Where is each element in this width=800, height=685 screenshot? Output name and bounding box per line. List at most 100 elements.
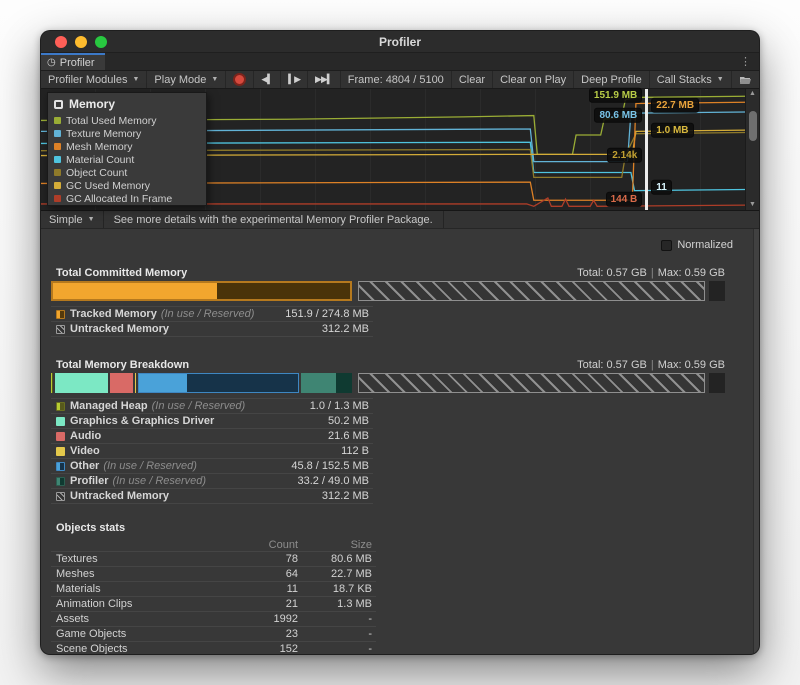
memory-legend-row: Profiler (In use / Reserved) 33.2 / 49.0 M… bbox=[51, 474, 373, 489]
chart-value-label: 22.7 MB bbox=[651, 98, 699, 113]
tabbar-overflow-menu-icon[interactable]: ⋮ bbox=[732, 53, 759, 70]
stopwatch-icon: ◷ bbox=[47, 57, 56, 68]
module-legend-item[interactable]: GC Used Memory bbox=[54, 179, 200, 192]
window-title: Profiler bbox=[41, 35, 759, 49]
previous-frame-button[interactable]: ◀▍ bbox=[254, 71, 281, 88]
record-button[interactable] bbox=[226, 71, 254, 88]
object-count: 23 bbox=[228, 628, 298, 640]
clear-on-play-button[interactable]: Clear on Play bbox=[493, 71, 574, 88]
object-size: - bbox=[298, 613, 376, 625]
next-frame-icon: ▍▶ bbox=[288, 74, 300, 85]
memory-legend-row: Graphics & Graphics Driver50.2 MB bbox=[51, 414, 373, 429]
section-title: Total Memory Breakdown bbox=[51, 359, 189, 371]
legend-color-chip bbox=[56, 447, 65, 456]
legend-sublabel: (In use / Reserved) bbox=[103, 460, 197, 472]
play-mode-dropdown[interactable]: Play Mode ▼ bbox=[147, 71, 226, 88]
memory-legend-row: Other(In use / Reserved)45.8 / 152.5 MB bbox=[51, 459, 373, 474]
load-profile-button[interactable] bbox=[732, 71, 760, 88]
committed-memory-bar bbox=[51, 281, 725, 301]
next-frame-button[interactable]: ▍▶ bbox=[281, 71, 308, 88]
memory-chart[interactable]: 151.9 MB22.7 MB80.6 MB1.0 MB2.14k11144 B… bbox=[41, 89, 759, 211]
object-size: - bbox=[298, 643, 376, 655]
legend-value: 1.0 / 1.3 MB bbox=[310, 400, 373, 412]
clear-button[interactable]: Clear bbox=[452, 71, 493, 88]
profiler-toolbar: Profiler Modules ▼ Play Mode ▼ ◀▍ ▍▶ ▶▶▍… bbox=[41, 71, 759, 89]
tab-profiler[interactable]: ◷ Profiler bbox=[41, 53, 105, 70]
bar-segment-audio bbox=[110, 373, 133, 393]
bar-segment-managed-heap bbox=[51, 373, 53, 393]
legend-label: Profiler bbox=[70, 475, 109, 487]
object-name: Materials bbox=[51, 583, 228, 595]
count-column-header: Count bbox=[228, 539, 298, 551]
detail-scrollbar[interactable] bbox=[753, 229, 759, 655]
bar-segment-other bbox=[138, 373, 299, 393]
object-name: Meshes bbox=[51, 568, 228, 580]
tab-label: Profiler bbox=[60, 57, 95, 69]
module-legend-item[interactable]: GC Allocated In Frame bbox=[54, 192, 200, 205]
object-count: 78 bbox=[228, 553, 298, 565]
chart-scrollbar[interactable]: ▲ ▼ bbox=[745, 89, 759, 210]
series-label: Total Used Memory bbox=[66, 115, 156, 127]
deep-profile-button[interactable]: Deep Profile bbox=[574, 71, 650, 88]
module-legend-item[interactable]: Material Count bbox=[54, 153, 200, 166]
chevron-down-icon: ▼ bbox=[717, 76, 724, 83]
memory-module-panel: Memory Total Used MemoryTexture MemoryMe… bbox=[47, 92, 207, 206]
legend-color-chip bbox=[56, 417, 65, 426]
scroll-up-icon[interactable]: ▲ bbox=[749, 89, 756, 99]
legend-value: 33.2 / 49.0 MB bbox=[297, 475, 373, 487]
objects-stats-table: Count Size Textures7880.6 MBMeshes6422.7… bbox=[51, 538, 376, 655]
memory-legend-row: Managed Heap (In use / Reserved) 1.0 / 1.3… bbox=[51, 399, 373, 414]
series-color-chip bbox=[54, 182, 61, 189]
object-size: 80.6 MB bbox=[298, 553, 376, 565]
bar-segment-graphics-graphics-driver bbox=[55, 373, 108, 393]
segment-in-use-fill bbox=[51, 373, 52, 393]
legend-sublabel: (In use / Reserved) bbox=[113, 475, 207, 487]
chevron-down-icon: ▼ bbox=[88, 216, 95, 223]
last-frame-icon: ▶▶▍ bbox=[315, 74, 333, 85]
legend-label: Tracked Memory bbox=[70, 308, 157, 320]
record-icon bbox=[233, 73, 246, 86]
series-label: Mesh Memory bbox=[66, 141, 133, 153]
series-color-chip bbox=[54, 195, 61, 202]
view-mode-dropdown[interactable]: Simple ▼ bbox=[41, 211, 104, 228]
total-max-readout: Total: 0.57 GB|Max: 0.59 GB bbox=[577, 359, 725, 371]
section-title: Total Committed Memory bbox=[51, 267, 187, 279]
object-size: 22.7 MB bbox=[298, 568, 376, 580]
selected-frame-line[interactable] bbox=[645, 89, 648, 210]
series-color-chip bbox=[54, 117, 61, 124]
object-name: Scene Objects bbox=[51, 643, 228, 655]
detail-view-toolbar: Simple ▼ See more details with the exper… bbox=[41, 211, 759, 229]
memory-legend-row: Tracked Memory(In use / Reserved)151.9 /… bbox=[51, 307, 373, 322]
untracked-memory-bar-segment bbox=[358, 281, 705, 301]
legend-label: Managed Heap bbox=[70, 400, 148, 412]
series-color-chip bbox=[54, 130, 61, 137]
series-label: Texture Memory bbox=[66, 128, 141, 140]
module-legend-item[interactable]: Total Used Memory bbox=[54, 114, 200, 127]
normalized-checkbox[interactable] bbox=[661, 240, 672, 251]
table-row: Animation Clips211.3 MB bbox=[51, 597, 376, 612]
chevron-down-icon: ▼ bbox=[211, 76, 218, 83]
total-committed-memory-section: Total Committed Memory Total: 0.57 GB|Ma… bbox=[51, 263, 725, 337]
titlebar: Profiler bbox=[41, 31, 759, 53]
desktop-background: Profiler ◷ Profiler ⋮ Profiler Modules ▼… bbox=[0, 0, 800, 685]
chart-scrollbar-thumb[interactable] bbox=[749, 111, 757, 141]
legend-label: Untracked Memory bbox=[70, 490, 169, 502]
chart-value-label: 144 B bbox=[606, 192, 643, 207]
series-label: Material Count bbox=[66, 154, 134, 166]
bar-segment-profiler bbox=[301, 373, 352, 393]
chart-value-label: 11 bbox=[651, 180, 672, 195]
object-size: - bbox=[298, 628, 376, 640]
module-legend-item[interactable]: Object Count bbox=[54, 166, 200, 179]
legend-label: Audio bbox=[70, 430, 101, 442]
current-frame-button[interactable]: ▶▶▍ bbox=[308, 71, 341, 88]
scroll-down-icon[interactable]: ▼ bbox=[749, 200, 756, 210]
tracked-memory-bar-segment bbox=[51, 281, 352, 301]
module-legend-item[interactable]: Texture Memory bbox=[54, 127, 200, 140]
legend-sublabel: (In use / Reserved) bbox=[152, 400, 246, 412]
series-label: GC Used Memory bbox=[66, 180, 150, 192]
call-stacks-dropdown[interactable]: Call Stacks ▼ bbox=[650, 71, 732, 88]
table-row: Scene Objects152- bbox=[51, 642, 376, 655]
object-name: Textures bbox=[51, 553, 228, 565]
profiler-modules-dropdown[interactable]: Profiler Modules ▼ bbox=[41, 71, 147, 88]
module-legend-item[interactable]: Mesh Memory bbox=[54, 140, 200, 153]
